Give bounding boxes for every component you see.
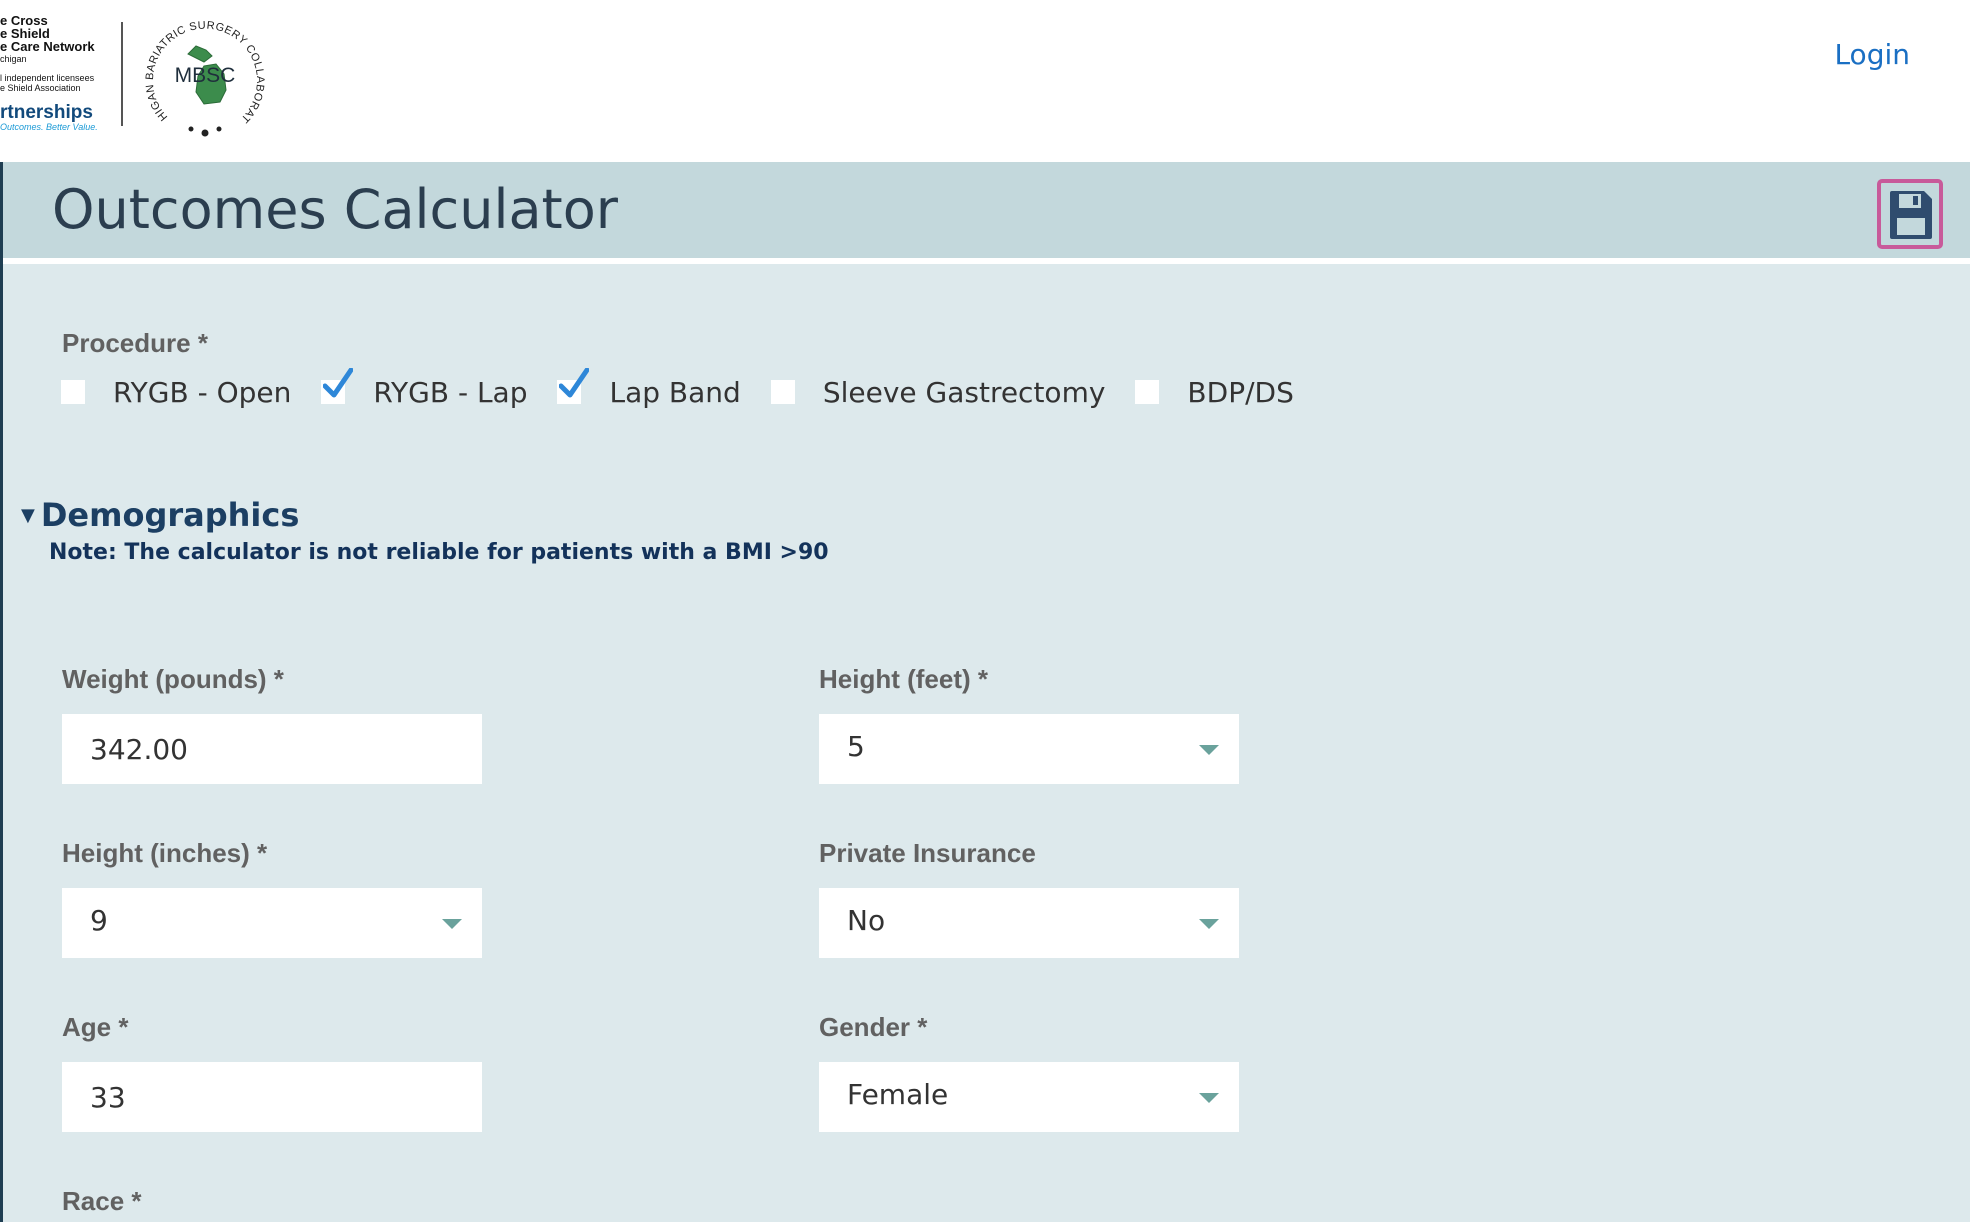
height-inches-select[interactable]: 9 [62,888,482,958]
logo-brand: rtnerships [0,102,93,123]
bmi-note: Note: The calculator is not reliable for… [49,540,829,565]
private-insurance-select[interactable]: No [819,888,1239,958]
demographics-section-toggle[interactable]: ▼ Demographics [21,496,299,534]
logo-line: e Care Network [0,39,95,54]
checkbox-label: Sleeve Gastrectomy [822,375,1106,409]
selected-value: Female [847,1078,949,1111]
dropdown-arrow-icon [1199,745,1219,755]
selected-value: 5 [847,730,865,763]
procedure-option-sleeve-gastrectomy[interactable]: Sleeve Gastrectomy [770,375,1106,409]
checkbox[interactable] [1135,380,1160,404]
procedure-option-lap-band[interactable]: Lap Band [557,368,741,409]
logo-licensee-line: e Shield Association [0,83,81,93]
procedure-checkbox-group: RYGB - Open RYGB - Lap Lap Band Sleeve G… [61,368,1324,412]
dropdown-arrow-icon [442,919,462,929]
dropdown-arrow-icon [1199,919,1219,929]
checkbox-label: BDP/DS [1187,375,1294,409]
height-feet-label: Height (feet) * [819,664,988,694]
checkmark-icon [323,368,354,398]
procedure-option-bdp-ds[interactable]: BDP/DS [1135,375,1294,409]
save-button[interactable] [1877,179,1943,249]
bcbs-partner-logo: e Cross e Shield e Care Network chigan l… [0,14,100,134]
checkbox-label: Lap Band [609,375,741,409]
checkbox[interactable] [61,380,85,404]
checkbox[interactable] [770,380,795,404]
checkbox-checked[interactable] [321,368,354,404]
selected-value: No [847,904,886,937]
checkbox-label: RYGB - Lap [373,375,528,409]
site-header: e Cross e Shield e Care Network chigan l… [0,0,1970,162]
logo-licensee-line: l independent licensees [0,73,95,83]
floppy-disk-icon [1890,191,1932,239]
procedure-option-rygb-lap[interactable]: RYGB - Lap [321,368,528,409]
dropdown-arrow-icon [1199,1093,1219,1103]
mbsc-seal-logo: MICHIGAN BARIATRIC SURGERY COLLABORATIVE… [140,10,266,137]
caret-down-icon: ▼ [21,504,35,526]
age-label: Age * [62,1012,129,1042]
logo-tagline: Outcomes. Better Value. [0,122,98,132]
weight-input[interactable] [62,714,482,784]
page-title: Outcomes Calculator [52,178,618,241]
checkbox-label: RYGB - Open [113,375,292,409]
login-link[interactable]: Login [1834,38,1910,71]
height-inches-label: Height (inches) * [62,838,268,868]
calculator-panel: Outcomes Calculator Procedure * RYGB - O… [0,162,1970,1222]
checkmark-icon [559,368,590,398]
section-title: Demographics [40,496,300,534]
procedure-option-rygb-open[interactable]: RYGB - Open [61,376,291,409]
procedure-label: Procedure * [62,328,208,358]
height-feet-select[interactable]: 5 [819,714,1239,784]
gender-select[interactable]: Female [819,1062,1239,1132]
race-label: Race * [62,1186,142,1216]
weight-label: Weight (pounds) * [62,664,284,694]
seal-initials: MBSC [175,64,236,87]
title-bar: Outcomes Calculator [3,162,1970,264]
private-insurance-label: Private Insurance [819,838,1036,868]
selected-value: 9 [90,904,108,937]
logo-divider [121,22,123,126]
age-input[interactable] [62,1062,482,1132]
gender-label: Gender * [819,1012,928,1042]
checkbox-checked[interactable] [557,368,590,404]
logo-line: chigan [0,54,27,64]
